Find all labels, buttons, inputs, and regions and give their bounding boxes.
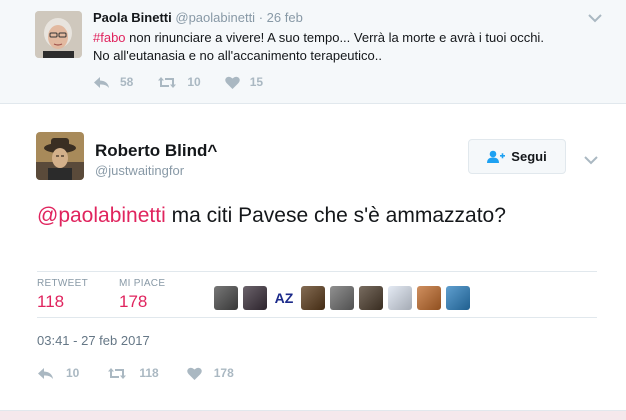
liker-avatar-label: AZ (274, 290, 294, 306)
tweet-timestamp[interactable]: 03:41 - 27 feb 2017 (37, 333, 150, 348)
parent-retweet-button[interactable]: 10 (157, 75, 201, 89)
heart-icon (186, 367, 202, 380)
parent-tweet[interactable]: Paola Binetti @paolabinetti · 26 feb #fa… (0, 0, 626, 104)
separator-dot: · (258, 10, 264, 25)
main-like-button[interactable]: 178 (186, 366, 234, 380)
parent-retweet-count: 10 (187, 75, 201, 89)
retweet-stat-label: RETWEET (37, 278, 88, 289)
liker-avatar-4[interactable] (301, 286, 325, 310)
parent-like-count: 15 (249, 75, 264, 89)
parent-tweet-text: #fabo non rinunciare a vivere! A suo tem… (93, 29, 603, 65)
like-stat[interactable]: MI PIACE 178 (119, 278, 165, 312)
parent-tweet-text-line2: No all'eutanasia e no all'accanimento te… (93, 48, 382, 63)
reply-icon (38, 367, 53, 379)
follow-button[interactable]: Segui (468, 139, 566, 174)
main-tweet-actions: 10 118 178 (37, 366, 262, 380)
liker-avatar-1[interactable] (214, 286, 238, 310)
parent-author-name[interactable]: Paola Binetti (93, 10, 172, 25)
follow-button-label: Segui (511, 149, 547, 164)
retweet-icon (108, 367, 127, 379)
main-tweet-body: ma citi Pavese che s'è ammazzato? (165, 204, 506, 227)
retweet-stat[interactable]: RETWEET 118 (37, 278, 88, 312)
retweet-stat-value: 118 (37, 292, 65, 311)
parent-tweet-menu-chevron-icon[interactable] (588, 10, 602, 28)
liker-avatar-8[interactable] (417, 286, 441, 310)
parent-author-handle[interactable]: @paolabinetti (175, 10, 255, 25)
like-stat-label: MI PIACE (119, 278, 166, 289)
parent-tweet-header: Paola Binetti @paolabinetti · 26 feb (93, 10, 303, 25)
next-item-strip (0, 410, 626, 420)
liker-avatar-2[interactable] (243, 286, 267, 310)
parent-reply-count: 58 (120, 75, 134, 89)
tweet-stats: RETWEET 118 MI PIACE 178 AZ (37, 271, 597, 318)
main-reply-count: 10 (66, 366, 80, 380)
parent-tweet-actions: 58 10 15 (93, 75, 287, 89)
parent-tweet-text-line1: non rinunciare a vivere! A suo tempo... … (125, 30, 544, 45)
follow-user-icon (487, 150, 506, 163)
main-like-count: 178 (213, 366, 234, 380)
parent-like-button[interactable]: 15 (224, 75, 264, 89)
liker-avatar-7[interactable] (388, 286, 412, 310)
main-author-handle[interactable]: @justwaitingfor (95, 163, 184, 178)
main-tweet: Roberto Blind^ @justwaitingfor Segui @pa… (0, 104, 626, 410)
heart-icon (224, 76, 240, 89)
parent-reply-button[interactable]: 58 (93, 75, 133, 89)
main-reply-button[interactable]: 10 (37, 366, 79, 380)
main-author-name[interactable]: Roberto Blind^ (95, 141, 217, 161)
retweet-icon (158, 76, 177, 88)
main-author-avatar[interactable] (36, 132, 84, 180)
liker-avatar-9[interactable] (446, 286, 470, 310)
main-retweet-button[interactable]: 118 (107, 366, 159, 380)
parent-author-avatar[interactable] (35, 11, 82, 58)
liker-avatars: AZ (214, 286, 475, 310)
main-tweet-menu-chevron-icon[interactable] (584, 152, 598, 170)
liker-avatar-az[interactable]: AZ (272, 286, 296, 310)
main-tweet-text: @paolabinetti ma citi Pavese che s'è amm… (37, 201, 597, 230)
parent-tweet-date[interactable]: 26 feb (267, 10, 303, 25)
hashtag-link[interactable]: #fabo (93, 30, 126, 45)
mention-link[interactable]: @paolabinetti (37, 204, 166, 227)
like-stat-value: 178 (119, 292, 148, 311)
liker-avatar-6[interactable] (359, 286, 383, 310)
liker-avatar-5[interactable] (330, 286, 354, 310)
reply-icon (94, 76, 109, 88)
main-retweet-count: 118 (139, 366, 159, 380)
